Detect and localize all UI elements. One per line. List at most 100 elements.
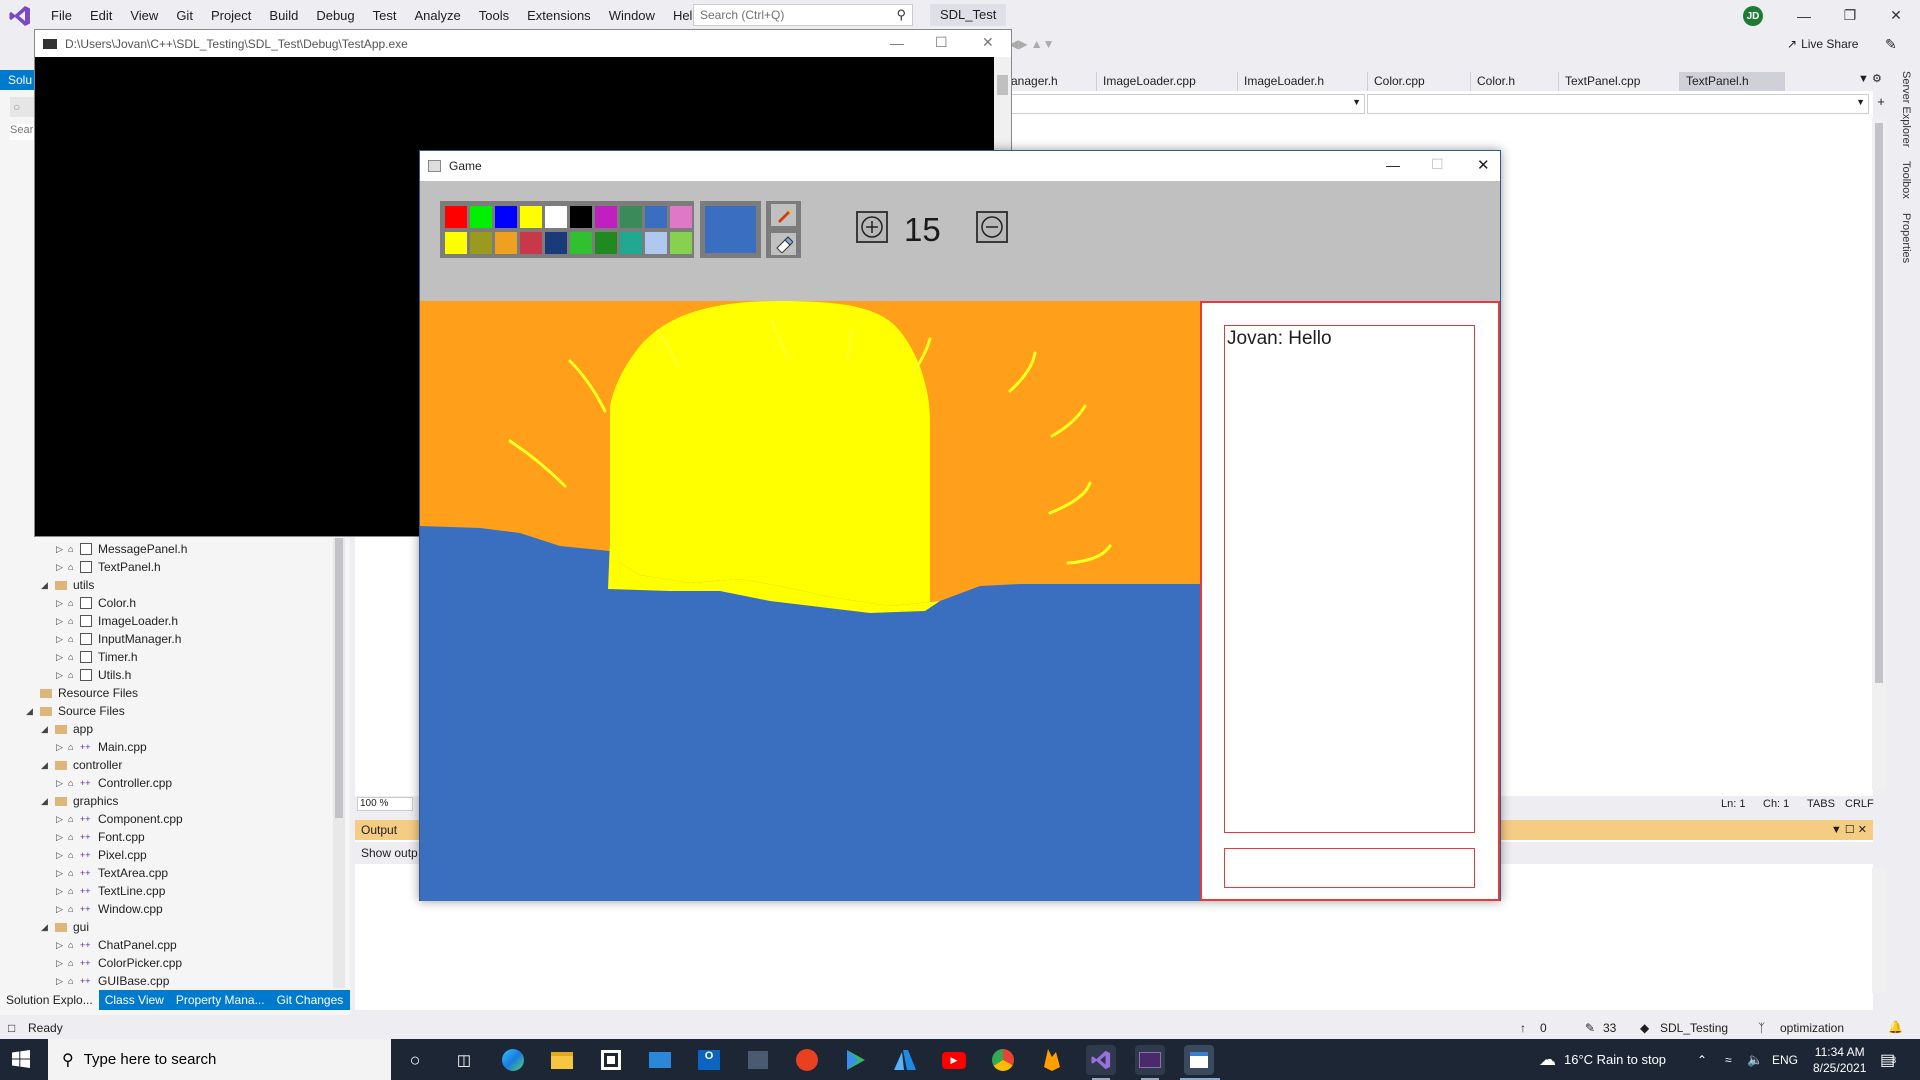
expand-arrow-icon[interactable]: ▷ <box>56 558 63 576</box>
azure-icon[interactable] <box>890 1045 920 1075</box>
color-swatch[interactable] <box>645 232 667 254</box>
avatar[interactable]: JD <box>1743 6 1763 26</box>
tree-item[interactable]: ◢ gui <box>0 918 340 936</box>
tree-item[interactable]: ▷ ⌂ ++ TextArea.cpp <box>0 864 340 882</box>
editor-scrollbar[interactable] <box>1872 118 1886 790</box>
clock[interactable]: 11:34 AM 8/25/2021 <box>1813 1039 1866 1080</box>
visual-studio-logo-icon[interactable] <box>0 0 40 31</box>
tab-settings-icon[interactable]: ▼ ⚙ <box>1858 72 1882 85</box>
menu-file[interactable]: File <box>42 0 81 31</box>
decrease-size-button[interactable] <box>976 211 1008 243</box>
color-swatch[interactable] <box>495 232 517 254</box>
tree-item[interactable]: Resource Files <box>0 684 340 702</box>
tabs-indicator[interactable]: TABS <box>1807 798 1835 810</box>
visual-studio-taskbar-icon[interactable] <box>1086 1045 1116 1075</box>
collapse-arrow-icon[interactable]: ◢ <box>41 720 48 738</box>
tree-item[interactable]: ▷ ⌂ ++ TextLine.cpp <box>0 882 340 900</box>
brush-tool-icon[interactable] <box>771 204 796 227</box>
tab-color-cpp[interactable]: Color.cpp <box>1368 72 1471 91</box>
store-icon[interactable] <box>596 1045 626 1075</box>
repo-name[interactable]: SDL_Testing <box>1660 1021 1728 1035</box>
branch-name[interactable]: optimization <box>1780 1021 1844 1035</box>
expand-arrow-icon[interactable]: ▷ <box>56 936 63 954</box>
color-swatch[interactable] <box>570 206 592 228</box>
tree-item[interactable]: ▷ ⌂ ++ ChatPanel.cpp <box>0 936 340 954</box>
menu-project[interactable]: Project <box>202 0 260 31</box>
cortana-icon[interactable]: ○ <box>400 1045 430 1075</box>
eraser-tool-icon[interactable] <box>771 232 796 255</box>
menu-git[interactable]: Git <box>167 0 202 31</box>
expand-arrow-icon[interactable]: ▷ <box>56 882 63 900</box>
server-explorer-tab[interactable]: Server Explorer <box>1900 71 1912 147</box>
panel-controls-icon[interactable]: ▼ ☐ ✕ <box>1831 823 1867 836</box>
chart-app-icon[interactable] <box>743 1045 773 1075</box>
collapse-arrow-icon[interactable]: ◢ <box>41 918 48 936</box>
tree-item[interactable]: ▷ ⌂ ++ Controller.cpp <box>0 774 340 792</box>
taskbar-search-input[interactable]: ⚲ Type here to search <box>48 1039 391 1080</box>
collapse-arrow-icon[interactable]: ◢ <box>41 792 48 810</box>
close-icon[interactable]: ✕ <box>1873 0 1919 31</box>
game-maximize-icon[interactable]: ☐ <box>1431 156 1444 173</box>
tree-item[interactable]: ▷ ⌂ InputManager.h <box>0 630 340 648</box>
solution-search-input[interactable]: Sear <box>10 124 34 140</box>
tree-item[interactable]: ▷ ⌂ ++ Main.cpp <box>0 738 340 756</box>
menu-edit[interactable]: Edit <box>81 0 121 31</box>
edge-icon[interactable] <box>498 1045 528 1075</box>
game-close-icon[interactable]: ✕ <box>1477 156 1490 174</box>
color-swatch[interactable] <box>470 206 492 228</box>
notification-bell-icon[interactable]: 🔔 <box>1888 1020 1903 1034</box>
color-swatch[interactable] <box>520 206 542 228</box>
edits-count[interactable]: 33 <box>1603 1021 1616 1035</box>
pin-icon[interactable]: ✎ <box>1885 36 1897 53</box>
expand-arrow-icon[interactable]: ▷ <box>56 864 63 882</box>
mail-icon[interactable] <box>645 1045 675 1075</box>
chat-input[interactable] <box>1224 848 1475 888</box>
tree-item[interactable]: ▷ ⌂ ++ ColorPicker.cpp <box>0 954 340 972</box>
tree-item[interactable]: ▷ ⌂ TextPanel.h <box>0 558 340 576</box>
member-dropdown[interactable]: ▼ <box>1010 94 1365 114</box>
language-indicator[interactable]: ENG <box>1772 1039 1798 1080</box>
menu-debug[interactable]: Debug <box>307 0 363 31</box>
tree-item[interactable]: ▷ ⌂ Color.h <box>0 594 340 612</box>
color-swatch[interactable] <box>645 206 667 228</box>
color-swatch[interactable] <box>670 232 692 254</box>
tree-item[interactable]: ◢ Source Files <box>0 702 340 720</box>
expand-arrow-icon[interactable]: ▷ <box>56 828 63 846</box>
collapse-arrow-icon[interactable]: ◢ <box>41 756 48 774</box>
color-swatch[interactable] <box>545 232 567 254</box>
tab-class-view[interactable]: Class View <box>99 990 170 1010</box>
drawing-canvas[interactable] <box>420 301 1200 901</box>
chrome-icon[interactable] <box>988 1045 1018 1075</box>
firebase-icon[interactable] <box>1037 1045 1067 1075</box>
tab-color-h[interactable]: Color.h <box>1471 72 1559 91</box>
zoom-select[interactable]: 100 % <box>357 797 413 811</box>
volume-icon[interactable]: 🔈 <box>1747 1039 1763 1080</box>
tree-scrollbar[interactable] <box>333 538 345 988</box>
expand-arrow-icon[interactable]: ▷ <box>56 666 63 684</box>
commits-up-count[interactable]: 0 <box>1540 1021 1547 1035</box>
menu-build[interactable]: Build <box>260 0 307 31</box>
play-store-icon[interactable] <box>841 1045 871 1075</box>
console-maximize-icon[interactable]: ☐ <box>935 34 948 51</box>
console-close-icon[interactable]: ✕ <box>982 34 994 51</box>
menu-extensions[interactable]: Extensions <box>518 0 600 31</box>
tree-item[interactable]: ▷ ⌂ Timer.h <box>0 648 340 666</box>
color-swatch[interactable] <box>520 232 542 254</box>
scope-dropdown[interactable]: ▼ <box>1367 94 1869 114</box>
expand-arrow-icon[interactable]: ▷ <box>56 612 63 630</box>
expand-arrow-icon[interactable]: ▷ <box>56 540 63 558</box>
game-minimize-icon[interactable]: — <box>1386 157 1400 173</box>
toolbox-tab[interactable]: Toolbox <box>1900 161 1912 199</box>
tree-item[interactable]: ◢ graphics <box>0 792 340 810</box>
expand-arrow-icon[interactable]: ▷ <box>56 900 63 918</box>
expand-arrow-icon[interactable]: ▷ <box>56 846 63 864</box>
color-swatch[interactable] <box>445 232 467 254</box>
menu-view[interactable]: View <box>121 0 167 31</box>
menu-test[interactable]: Test <box>364 0 406 31</box>
tab-property-manager[interactable]: Property Mana... <box>170 990 271 1010</box>
color-swatch[interactable] <box>545 206 567 228</box>
tree-item[interactable]: ▷ ⌂ ++ Window.cpp <box>0 900 340 918</box>
tree-item[interactable]: ▷ ⌂ Utils.h <box>0 666 340 684</box>
tree-item[interactable]: ▷ ⌂ MessagePanel.h <box>0 540 340 558</box>
tab-imageloader-cpp[interactable]: ImageLoader.cpp <box>1097 72 1238 91</box>
